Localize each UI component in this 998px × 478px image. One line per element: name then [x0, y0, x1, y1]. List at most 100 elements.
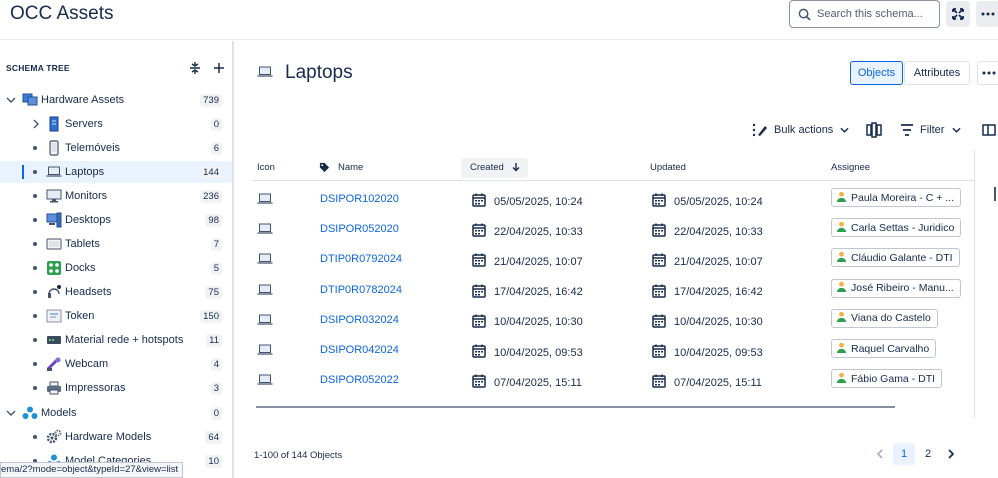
assignee-chip[interactable]: Raquel Carvalho	[831, 339, 937, 358]
tab-attributes[interactable]: Attributes	[904, 61, 970, 85]
object-name-link[interactable]: DSIPOR052020	[320, 223, 399, 235]
assignee-name: Viana do Castelo	[851, 312, 931, 325]
page-1-button[interactable]: 1	[893, 443, 915, 465]
tree-item-telemoveis[interactable]: Telemóveis 6	[0, 137, 232, 159]
calendar-icon	[652, 284, 674, 301]
tree-item-count: 10	[205, 454, 222, 468]
tree-item-tablets[interactable]: Tablets 7	[0, 233, 232, 255]
filter-button[interactable]: Filter	[900, 120, 962, 140]
tree-item-label: Token	[65, 310, 95, 322]
bulk-actions-button[interactable]: Bulk actions	[752, 120, 849, 140]
side-panel-icon	[982, 124, 996, 136]
tree-item-label: Docks	[65, 262, 96, 274]
chevron-down-icon[interactable]	[6, 408, 16, 418]
previous-page-button[interactable]	[870, 443, 890, 465]
column-header-created-label-wrap[interactable]: Created	[470, 162, 520, 173]
object-name-link[interactable]: DSIPOR102020	[320, 193, 399, 205]
tree-item-impressoras[interactable]: Impressoras 3	[0, 377, 232, 399]
assignee-name: Fábio Gama - DTI	[851, 372, 936, 385]
tree-item-monitors[interactable]: Monitors 236	[0, 185, 232, 207]
table-row[interactable]: DTIP0R0782024 17/04/2025, 16:42 17/04/2025…	[253, 276, 975, 306]
table-row[interactable]: DTIP0R0792024 21/04/2025, 10:07 21/04/2025…	[253, 245, 975, 275]
bullet-icon	[33, 386, 37, 390]
tree-item-count: 739	[200, 93, 222, 107]
table-row[interactable]: DSIPOR042024 10/04/2025, 09:53 10/04/2025,…	[253, 336, 975, 366]
tree-item-headsets[interactable]: Headsets 75	[0, 281, 232, 303]
bullet-icon	[33, 170, 37, 174]
search-input[interactable]	[817, 8, 927, 20]
object-name-link[interactable]: DTIP0R0782024	[320, 284, 402, 296]
table-row[interactable]: DSIPOR032024 10/04/2025, 10:30 10/04/2025,…	[253, 306, 975, 336]
tree-item-webcam[interactable]: Webcam 4	[0, 353, 232, 375]
tree-item-material-rede[interactable]: Material rede + hotspots 11	[0, 329, 232, 351]
columns-icon	[866, 122, 882, 138]
phone-icon	[46, 140, 62, 156]
chevron-right-icon[interactable]	[31, 119, 41, 129]
assignee-chip[interactable]: Fábio Gama - DTI	[831, 369, 943, 389]
horizontal-scrollbar[interactable]	[256, 406, 895, 408]
updated-cell: 10/04/2025, 10:30	[652, 314, 763, 331]
more-options-icon[interactable]	[977, 61, 998, 85]
laptop-icon	[46, 164, 62, 180]
expand-icon[interactable]	[946, 1, 970, 27]
assignee-chip[interactable]: José Ribeiro - Manu...	[831, 278, 961, 298]
object-name-link[interactable]: DTIP0R0792024	[320, 253, 402, 265]
object-name-link[interactable]: DSIPOR042024	[320, 344, 399, 356]
calendar-icon	[472, 374, 494, 391]
column-header-assignee[interactable]: Assignee	[831, 162, 870, 173]
assignee-name: Paula Moreira - C + ...	[851, 191, 954, 204]
calendar-icon	[652, 223, 674, 240]
assignee-name: Raquel Carvalho	[851, 342, 930, 355]
columns-button[interactable]	[866, 120, 882, 140]
page-2-button[interactable]: 2	[918, 443, 938, 465]
updated-date: 05/05/2025, 10:24	[674, 195, 763, 208]
tree-item-token[interactable]: Token 150	[0, 305, 232, 327]
tree-item-models[interactable]: Models 0	[0, 402, 232, 424]
calendar-icon	[652, 253, 674, 270]
column-header-name[interactable]: Name	[319, 162, 363, 173]
object-name-link[interactable]: DSIPOR052022	[320, 374, 399, 386]
collapse-all-icon[interactable]	[186, 59, 204, 77]
side-panel-button[interactable]	[982, 120, 996, 140]
tree-item-laptops[interactable]: Laptops 144	[0, 161, 232, 183]
tree-item-desktops[interactable]: Desktops 98	[0, 209, 232, 231]
more-options-icon[interactable]	[976, 1, 998, 27]
table-row[interactable]: DSIPOR052020 22/04/2025, 10:33 22/04/2025,…	[253, 215, 975, 245]
assignee-chip[interactable]: Carla Settas - Juridico	[831, 218, 962, 238]
bullet-icon	[33, 362, 37, 366]
tree-item-label: Hardware Models	[65, 431, 152, 443]
add-icon[interactable]	[210, 59, 228, 77]
bullet-icon	[33, 266, 37, 270]
table-row[interactable]: DSIPOR102020 05/05/2025, 10:24 05/05/2025,…	[253, 185, 975, 215]
bullet-icon	[33, 435, 37, 439]
next-page-button[interactable]	[941, 443, 961, 465]
tree-item-count: 98	[205, 213, 222, 227]
tree-item-docks[interactable]: Docks 5	[0, 257, 232, 279]
object-name-link[interactable]: DSIPOR032024	[320, 314, 399, 326]
tab-objects[interactable]: Objects	[850, 61, 903, 85]
laptop-icon	[257, 314, 273, 329]
tree-item-hardware-models[interactable]: Hardware Models 64	[0, 426, 232, 448]
updated-date: 22/04/2025, 10:33	[674, 225, 763, 238]
search-box[interactable]	[789, 0, 940, 28]
bullet-icon	[33, 290, 37, 294]
created-date: 17/04/2025, 16:42	[494, 286, 583, 299]
chevron-down-icon[interactable]	[6, 95, 16, 105]
column-header-updated[interactable]: Updated	[650, 162, 686, 173]
created-date: 22/04/2025, 10:33	[494, 225, 583, 238]
tree-item-hardware-assets[interactable]: Hardware Assets 739	[0, 89, 232, 111]
tree-item-servers[interactable]: Servers 0	[0, 113, 232, 135]
bulk-edit-icon	[752, 123, 767, 137]
status-url: ema/2?mode=object&typeId=27&view=list	[0, 462, 184, 478]
user-icon	[836, 372, 851, 386]
filter-icon	[901, 124, 913, 136]
updated-cell: 21/04/2025, 10:07	[652, 253, 763, 270]
vertical-scrollbar[interactable]	[994, 187, 996, 201]
assignee-chip[interactable]: Cláudio Galante - DTI	[831, 248, 960, 268]
updated-date: 10/04/2025, 09:53	[674, 346, 763, 359]
chevron-down-icon	[952, 127, 962, 133]
table-row[interactable]: DSIPOR052022 07/04/2025, 15:11 07/04/2025,…	[253, 366, 975, 396]
assignee-chip[interactable]: Viana do Castelo	[831, 308, 938, 328]
tree-item-label: Hardware Assets	[41, 94, 125, 106]
assignee-chip[interactable]: Paula Moreira - C + ...	[831, 188, 961, 207]
